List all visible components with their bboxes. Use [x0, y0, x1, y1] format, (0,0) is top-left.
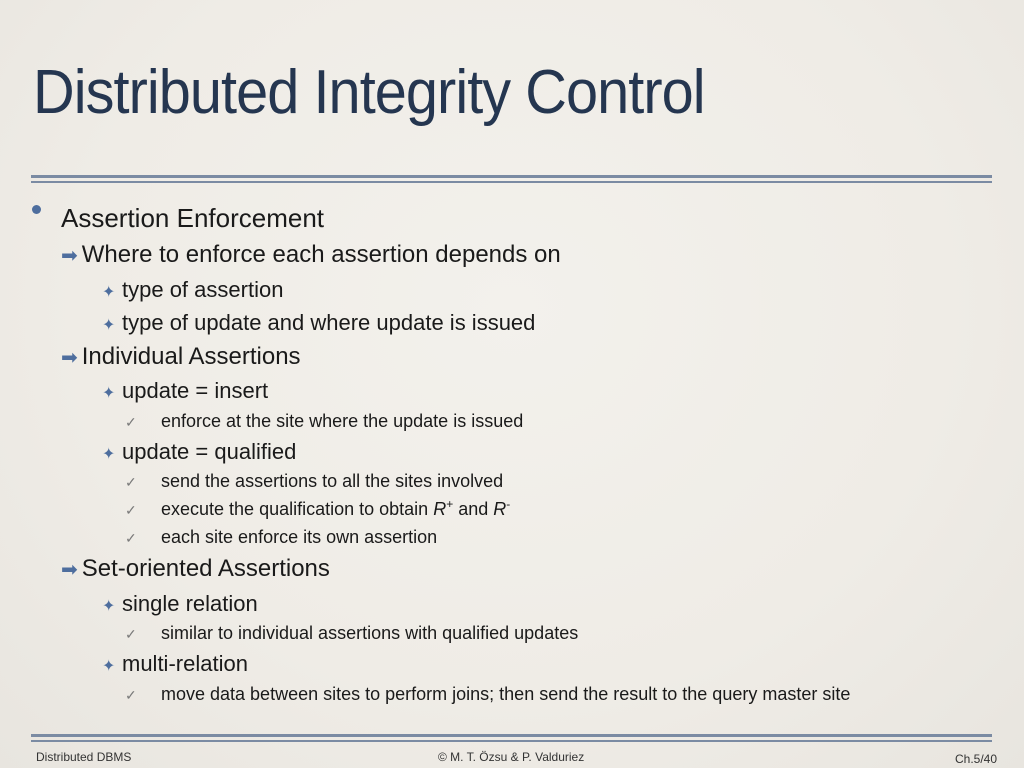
- footer-copyright: © M. T. Özsu & P. Valduriez: [438, 750, 585, 764]
- bullet-text: Individual Assertions: [81, 343, 301, 370]
- check-icon: ✓: [125, 626, 137, 642]
- bullet-set-oriented: ➡ Set-oriented Assertions: [61, 557, 330, 581]
- bullet-text: each site enforce its own assertion: [161, 527, 438, 547]
- bullet-text: Set-oriented Assertions: [81, 555, 330, 582]
- check-icon: ✓: [125, 414, 137, 430]
- title-divider: [31, 175, 992, 183]
- star-icon: ✦: [102, 385, 116, 402]
- bullet-qualified-check-3: ✓ each site enforce its own assertion: [125, 528, 437, 546]
- star-icon: ✦: [102, 658, 116, 675]
- footer-course: Distributed DBMS: [36, 750, 132, 764]
- bullet-qualified-check-1: ✓ send the assertions to all the sites in…: [125, 472, 503, 490]
- bullet-text: type of update and where update is issue…: [122, 310, 536, 335]
- bullet-text: and: [453, 499, 494, 519]
- bullet-qualified-check-2: ✓ execute the qualification to obtain R+ …: [125, 497, 511, 519]
- footer-divider: [31, 734, 992, 742]
- slide-title: Distributed Integrity Control: [33, 58, 706, 127]
- superscript-minus: -: [506, 497, 511, 511]
- bullet-multi-check: ✓ move data between sites to perform join…: [125, 685, 850, 703]
- bullet-single-check: ✓ similar to individual assertions with q…: [125, 624, 578, 642]
- bullet-text: multi-relation: [122, 651, 248, 676]
- bullet-text: update = qualified: [122, 439, 297, 464]
- bullet-update-insert: ✦ update = insert: [102, 380, 268, 402]
- bullet-text: move data between sites to perform joins…: [161, 684, 851, 704]
- bullet-text: update = insert: [122, 378, 269, 403]
- bullet-assertion-enforcement: Assertion Enforcement: [61, 203, 325, 233]
- bullet-single-relation: ✦ single relation: [102, 593, 258, 615]
- check-icon: ✓: [125, 474, 137, 490]
- bullet-dot-icon: [32, 205, 41, 214]
- star-icon: ✦: [102, 317, 116, 334]
- bullet-update-qualified: ✦ update = qualified: [102, 441, 296, 463]
- bullet-text: single relation: [122, 591, 258, 616]
- arrow-icon: ➡: [61, 245, 78, 267]
- bullet-text: enforce at the site where the update is …: [161, 411, 524, 431]
- bullet-type-of-assertion: ✦ type of assertion: [102, 279, 283, 301]
- bullet-type-of-update: ✦ type of update and where update is issu…: [102, 312, 535, 334]
- bullet-text: send the assertions to all the sites inv…: [161, 471, 504, 491]
- bullet-individual-assertions: ➡ Individual Assertions: [61, 345, 301, 369]
- bullet-insert-check: ✓ enforce at the site where the update is…: [125, 412, 523, 430]
- bullet-text: execute the qualification to obtain: [161, 499, 434, 519]
- star-icon: ✦: [102, 598, 116, 615]
- relation-r: R: [493, 499, 507, 519]
- star-icon: ✦: [102, 284, 116, 301]
- arrow-icon: ➡: [61, 347, 78, 369]
- star-icon: ✦: [102, 446, 116, 463]
- relation-r: R: [433, 499, 447, 519]
- check-icon: ✓: [125, 687, 137, 703]
- bullet-multi-relation: ✦ multi-relation: [102, 653, 248, 675]
- bullet-text: similar to individual assertions with qu…: [161, 623, 579, 643]
- arrow-icon: ➡: [61, 559, 78, 581]
- bullet-text: type of assertion: [122, 277, 284, 302]
- check-icon: ✓: [125, 502, 137, 518]
- bullet-text: Where to enforce each assertion depends …: [81, 241, 561, 268]
- bullet-where-to-enforce: ➡ Where to enforce each assertion depends…: [61, 243, 561, 267]
- check-icon: ✓: [125, 530, 137, 546]
- footer-page-number: Ch.5/40: [955, 752, 998, 766]
